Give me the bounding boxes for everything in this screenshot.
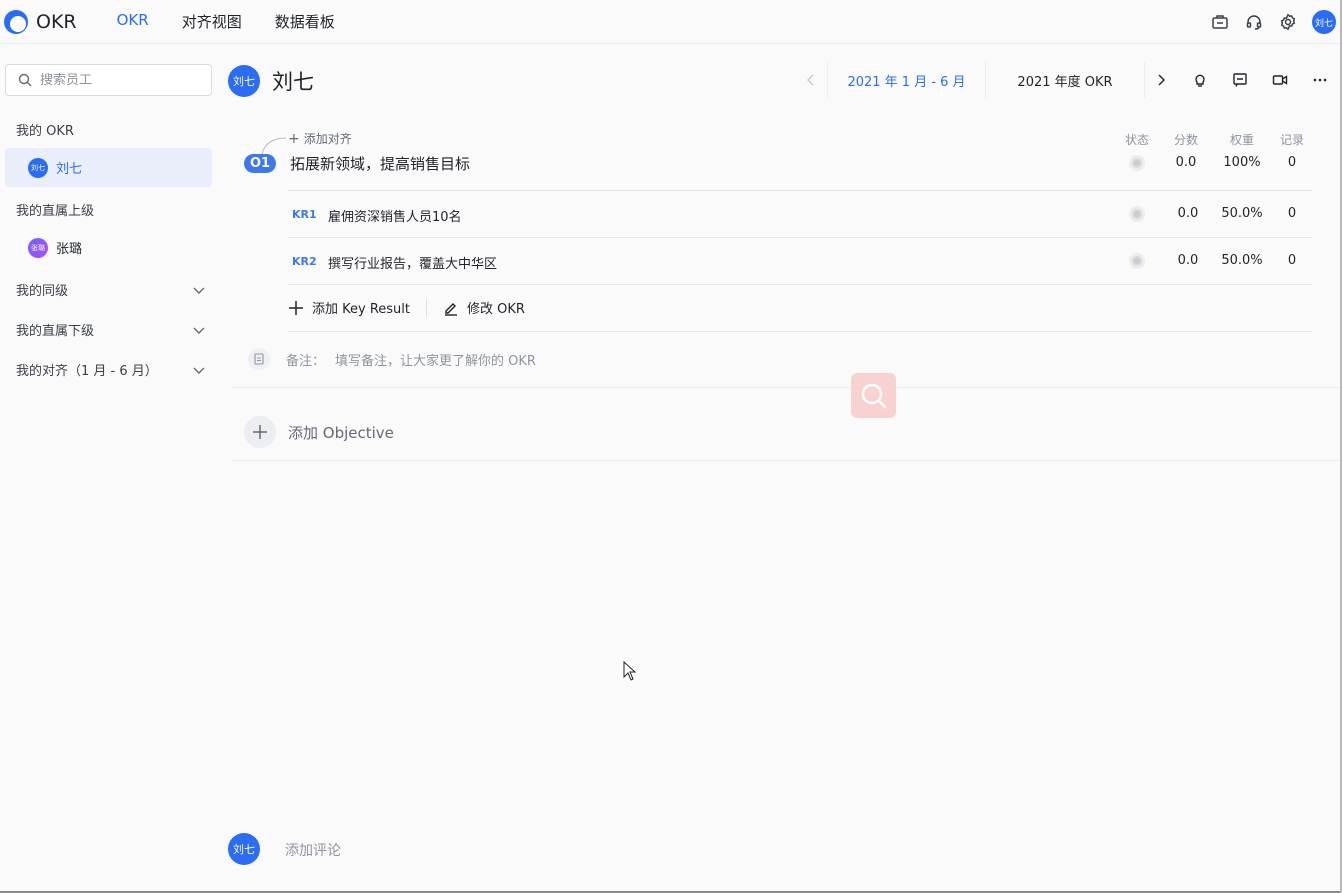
search-icon — [18, 73, 32, 87]
section-subordinates[interactable]: 我的直属下级 — [16, 320, 206, 339]
employee-search[interactable] — [5, 64, 212, 96]
chevron-right-icon — [1158, 74, 1165, 86]
col-header-weight: 权重 — [1229, 133, 1254, 147]
owner-avatar: 刘七 — [228, 65, 260, 97]
note-placeholder[interactable]: 填写备注，让大家更了解你的 OKR — [335, 350, 536, 369]
plus-icon — [288, 300, 304, 316]
period-h1-2021[interactable]: 2021 年 1 月 - 6 月 — [827, 62, 985, 98]
prev-period-button[interactable] — [795, 62, 827, 98]
tab-data-dashboard[interactable]: 数据看板 — [275, 11, 335, 32]
note-icon — [248, 348, 270, 370]
kr-score[interactable]: 0.0 — [1158, 206, 1218, 221]
add-key-result-label: 添加 Key Result — [312, 302, 411, 317]
chevron-down-icon[interactable] — [192, 363, 206, 377]
objective-title[interactable]: 拓展新领域，提高销售目标 — [290, 153, 470, 174]
section-label: 我的直属上级 — [16, 204, 95, 219]
col-header-status: 状态 — [1124, 133, 1149, 147]
section-label: 我的同级 — [16, 284, 69, 299]
gear-icon[interactable] — [1278, 12, 1298, 32]
kr-title[interactable]: 撰写行业报告，覆盖大中华区 — [328, 253, 497, 272]
next-period-button[interactable] — [1145, 62, 1177, 98]
period-annual-2021[interactable]: 2021 年度 OKR — [985, 62, 1145, 98]
kr-tag: KR1 — [292, 208, 317, 221]
add-key-result-button[interactable]: 添加 Key Result — [288, 298, 410, 317]
divider — [426, 298, 428, 317]
app-name: OKR — [36, 10, 77, 33]
mouse-cursor-icon — [623, 661, 637, 681]
alignment-connector-icon — [261, 137, 287, 155]
headset-icon[interactable] — [1244, 12, 1264, 32]
sidebar-item-zhanglu[interactable]: 张璐 张璐 — [5, 228, 212, 267]
kr-status-indicator[interactable] — [1129, 206, 1145, 222]
add-alignment-link[interactable]: + 添加对齐 — [288, 130, 352, 147]
okr-logo-icon — [4, 9, 28, 34]
section-aligned[interactable]: 我的对齐（1 月 - 6 月） — [16, 360, 206, 379]
kr-actions: 添加 Key Result 修改 OKR — [288, 298, 525, 317]
divider — [232, 460, 1340, 461]
objective-score[interactable]: 0.0 — [1156, 155, 1216, 170]
note-label: 备注： — [286, 353, 326, 369]
chevron-left-icon — [807, 74, 814, 86]
period-switcher: 2021 年 1 月 - 6 月 2021 年度 OKR — [795, 62, 1177, 98]
divider — [288, 331, 1312, 332]
comment-icon[interactable] — [1228, 68, 1252, 92]
brand[interactable]: OKR — [4, 9, 77, 34]
top-bar: OKR OKR 对齐视图 数据看板 刘七 — [0, 0, 1342, 44]
kr-score[interactable]: 0.0 — [1158, 253, 1218, 268]
col-header-score: 分数 — [1173, 133, 1198, 147]
plus-icon: + — [288, 130, 300, 147]
objective-status-indicator[interactable] — [1129, 155, 1145, 171]
add-objective-button[interactable]: 添加 Objective — [244, 416, 394, 448]
divider — [288, 190, 1312, 191]
lightbulb-icon[interactable] — [1188, 68, 1212, 92]
section-label: 我的直属下级 — [16, 324, 95, 339]
main-nav: OKR 对齐视图 数据看板 — [117, 11, 368, 32]
plus-icon — [244, 416, 276, 448]
person-name: 刘七 — [56, 162, 83, 177]
okr-toolbar — [1188, 68, 1342, 92]
objective-records[interactable]: 0 — [1262, 155, 1322, 170]
note-row[interactable]: 备注： 填写备注，让大家更了解你的 OKR — [248, 348, 536, 370]
add-alignment-label: 添加对齐 — [303, 132, 352, 146]
user-avatar[interactable]: 刘七 — [1312, 10, 1336, 34]
top-actions: 刘七 — [1196, 0, 1336, 44]
person-name: 张璐 — [56, 242, 83, 257]
search-zoom-icon[interactable] — [851, 373, 896, 418]
briefcase-icon[interactable] — [1210, 12, 1230, 32]
divider — [232, 387, 1340, 388]
edit-okr-button[interactable]: 修改 OKR — [443, 298, 525, 317]
chevron-down-icon[interactable] — [192, 323, 206, 337]
sidebar-item-liuqi[interactable]: 刘七 刘七 — [5, 148, 212, 187]
section-supervisor[interactable]: 我的直属上级 — [16, 200, 206, 219]
tab-alignment-view[interactable]: 对齐视图 — [182, 11, 242, 32]
kr-status-indicator[interactable] — [1129, 253, 1145, 269]
edit-okr-label: 修改 OKR — [467, 302, 525, 317]
kr-title[interactable]: 雇佣资深销售人员10名 — [328, 206, 462, 225]
kr-records[interactable]: 0 — [1262, 206, 1322, 221]
sidebar: 我的 OKR 刘七 刘七 我的直属上级 张璐 张璐 我的同级 我的直属下级 我的… — [0, 44, 220, 893]
pencil-icon — [443, 300, 459, 316]
divider — [288, 237, 1312, 238]
avatar: 张璐 — [28, 237, 48, 258]
section-peers[interactable]: 我的同级 — [16, 280, 206, 299]
section-my-okr[interactable]: 我的 OKR — [16, 120, 206, 139]
kr-records[interactable]: 0 — [1262, 253, 1322, 268]
video-icon[interactable] — [1268, 68, 1292, 92]
avatar: 刘七 — [28, 157, 48, 178]
add-objective-label: 添加 Objective — [288, 423, 394, 442]
tab-okr[interactable]: OKR — [117, 11, 149, 32]
kr-tag: KR2 — [292, 255, 317, 268]
objective-badge: O1 — [244, 154, 276, 173]
comment-input[interactable] — [285, 843, 685, 859]
more-icon[interactable] — [1308, 68, 1332, 92]
section-label: 我的对齐（1 月 - 6 月） — [16, 364, 158, 379]
chevron-down-icon[interactable] — [192, 283, 206, 297]
page-title: 刘七 — [272, 70, 314, 94]
comment-avatar: 刘七 — [228, 833, 260, 865]
divider — [288, 284, 1312, 285]
section-label: 我的 OKR — [16, 124, 74, 139]
search-input[interactable] — [40, 72, 200, 88]
col-header-records: 记录 — [1279, 133, 1304, 147]
